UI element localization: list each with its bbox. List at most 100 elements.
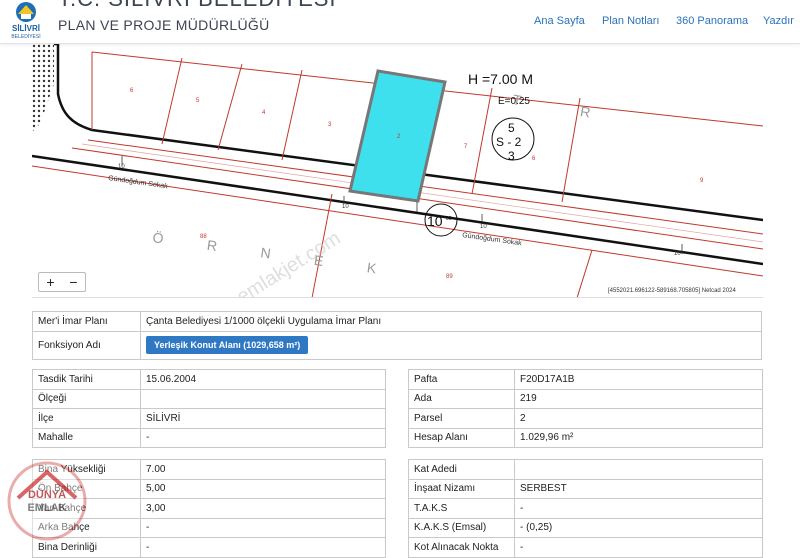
parcel-number: 6 bbox=[532, 156, 536, 162]
table-row: Mahalle - bbox=[32, 427, 386, 448]
street-name: Gündoğdum Sokak bbox=[108, 175, 169, 190]
table-row: Ada 219 bbox=[408, 388, 763, 409]
table-row: Pafta F20D17A1B bbox=[408, 369, 763, 390]
road-width-sub: 00 bbox=[446, 216, 452, 222]
plan-table: Mer'i İmar Planı Çanta Belediyesi 1/1000… bbox=[32, 311, 762, 360]
zoom-out-button[interactable]: − bbox=[62, 273, 85, 291]
table-value: Yerleşik Konut Alanı (1029,658 m²) bbox=[140, 330, 762, 360]
parcel-number: 7 bbox=[464, 144, 468, 150]
nav-print[interactable]: Yazdır bbox=[763, 15, 794, 27]
nav-home[interactable]: Ana Sayfa bbox=[534, 15, 585, 27]
parcel-line bbox=[576, 249, 593, 297]
table-label: İnşaat Nizamı bbox=[408, 478, 515, 499]
table-label: Kot Alınacak Nokta bbox=[408, 537, 515, 558]
table-value: - bbox=[514, 537, 763, 558]
dimension-label: 10 bbox=[674, 251, 681, 257]
right-build-table: Kat Adedi İnşaat Nizamı SERBEST T.A.K.S - … bbox=[408, 459, 763, 558]
table-row: Tasdik Tarihi 15.06.2004 bbox=[32, 369, 386, 390]
height-label: H =7.00 M bbox=[468, 71, 533, 87]
svg-text:SİLİVRİ: SİLİVRİ bbox=[12, 24, 40, 33]
zoning-map[interactable]: 6 5 4 3 2 7 6 9 88 89 10 10 10 10 Gündoğ… bbox=[32, 44, 763, 298]
table-row: İnşaat Nizamı SERBEST bbox=[408, 478, 763, 499]
parcel-line bbox=[281, 69, 303, 161]
map-canvas[interactable]: 6 5 4 3 2 7 6 9 88 89 10 10 10 10 Gündoğ… bbox=[32, 44, 763, 298]
table-value: - bbox=[140, 427, 386, 448]
table-value: F20D17A1B bbox=[514, 369, 763, 390]
table-value: - bbox=[140, 517, 386, 538]
street-name: Gündoğdum Sokak bbox=[462, 232, 523, 247]
table-row: T.A.K.S - bbox=[408, 498, 763, 519]
table-value: - bbox=[140, 537, 386, 558]
parcel-number: 9 bbox=[700, 178, 704, 184]
table-row: Kot Alınacak Nokta - bbox=[408, 537, 763, 558]
table-label: Kat Adedi bbox=[408, 459, 515, 480]
table-label: Ada bbox=[408, 388, 515, 409]
table-row: Hesap Alanı 1.029,96 m² bbox=[408, 427, 763, 448]
table-label: Fonksiyon Adı bbox=[32, 330, 141, 360]
table-value bbox=[140, 388, 386, 409]
table-label: T.A.K.S bbox=[408, 498, 515, 519]
dimension-label: 10 bbox=[118, 164, 125, 170]
badge-line-2: EMLAK bbox=[27, 502, 66, 514]
table-label: Pafta bbox=[408, 369, 515, 390]
table-row: Parsel 2 bbox=[408, 408, 763, 429]
table-value: 5,00 bbox=[140, 478, 386, 499]
table-row: Mer'i İmar Planı Çanta Belediyesi 1/1000… bbox=[32, 311, 762, 332]
hatched-area bbox=[32, 44, 54, 132]
table-label: Hesap Alanı bbox=[408, 427, 515, 448]
table-row: Ölçeği bbox=[32, 388, 386, 409]
svg-text:BELEDİYESİ: BELEDİYESİ bbox=[11, 33, 40, 40]
parcel-number: 89 bbox=[446, 274, 453, 280]
parcel-line bbox=[471, 87, 493, 195]
faded-overlay-text: TR bbox=[511, 91, 650, 131]
municipality-logo[interactable]: SİLİVRİ BELEDİYESİ bbox=[4, 0, 48, 40]
zone-mid: S - 2 bbox=[496, 135, 522, 149]
nav-360-panorama[interactable]: 360 Panorama bbox=[676, 15, 748, 27]
site-header: SİLİVRİ BELEDİYESİ T.C. SİLİVRİ BELEDİYE… bbox=[0, 0, 800, 44]
page-subtitle: PLAN VE PROJE MÜDÜRLÜĞÜ bbox=[58, 17, 270, 33]
function-button[interactable]: Yerleşik Konut Alanı (1029,658 m²) bbox=[146, 336, 309, 354]
table-value: SERBEST bbox=[514, 478, 763, 499]
right-info-table: Pafta F20D17A1B Ada 219 Parsel 2 Hesap Alan… bbox=[408, 369, 763, 448]
parcel-number: 4 bbox=[262, 110, 266, 116]
zone-bottom: 3 bbox=[508, 149, 515, 163]
parcel-number: 5 bbox=[196, 98, 200, 104]
table-label: Tasdik Tarihi bbox=[32, 369, 141, 390]
table-label: İlçe bbox=[32, 408, 141, 429]
zone-top: 5 bbox=[508, 121, 515, 135]
table-label: Parsel bbox=[408, 408, 515, 429]
table-value: 7.00 bbox=[140, 459, 386, 480]
dimension-label: 10 bbox=[342, 204, 349, 210]
table-value: 219 bbox=[514, 388, 763, 409]
parcel-number: 3 bbox=[328, 122, 332, 128]
table-row: Fonksiyon Adı Yerleşik Konut Alanı (1029… bbox=[32, 330, 762, 360]
table-value: Çanta Belediyesi 1/1000 ölçekli Uygulama… bbox=[140, 311, 762, 332]
left-info-table: Tasdik Tarihi 15.06.2004 Ölçeği İlçe SİLİV… bbox=[32, 369, 386, 448]
table-label: K.A.K.S (Emsal) bbox=[408, 517, 515, 538]
page-title: T.C. SİLİVRİ BELEDİYESİ bbox=[58, 0, 337, 12]
parcel-number: 6 bbox=[130, 88, 134, 94]
table-value: 2 bbox=[514, 408, 763, 429]
table-value: 15.06.2004 bbox=[140, 369, 386, 390]
table-value: 3,00 bbox=[140, 498, 386, 519]
map-coordinates: [4552021.696122-589168.705805] Netcad 20… bbox=[608, 288, 736, 294]
road-width-label: 10 bbox=[427, 213, 443, 229]
table-row: İlçe SİLİVRİ bbox=[32, 408, 386, 429]
table-row: Kat Adedi bbox=[408, 459, 763, 480]
nav-plan-notes[interactable]: Plan Notları bbox=[602, 15, 659, 27]
table-row: K.A.K.S (Emsal) - (0,25) bbox=[408, 517, 763, 538]
dimension-label: 10 bbox=[480, 224, 487, 230]
table-value: SİLİVRİ bbox=[140, 408, 386, 429]
table-label: Mahalle bbox=[32, 427, 141, 448]
table-value bbox=[514, 459, 763, 480]
table-label: Ölçeği bbox=[32, 388, 141, 409]
zoom-control: + − bbox=[38, 272, 86, 292]
zoom-in-button[interactable]: + bbox=[39, 273, 62, 291]
table-value: - (0,25) bbox=[514, 517, 763, 538]
dunya-emlak-badge: DÜNYA EMLAK bbox=[7, 461, 87, 541]
parcel-line bbox=[161, 57, 183, 145]
badge-line-1: DÜNYA bbox=[28, 488, 66, 501]
table-label: Mer'i İmar Planı bbox=[32, 311, 141, 332]
table-value: 1.029,96 m² bbox=[514, 427, 763, 448]
parcel-line bbox=[217, 63, 243, 151]
